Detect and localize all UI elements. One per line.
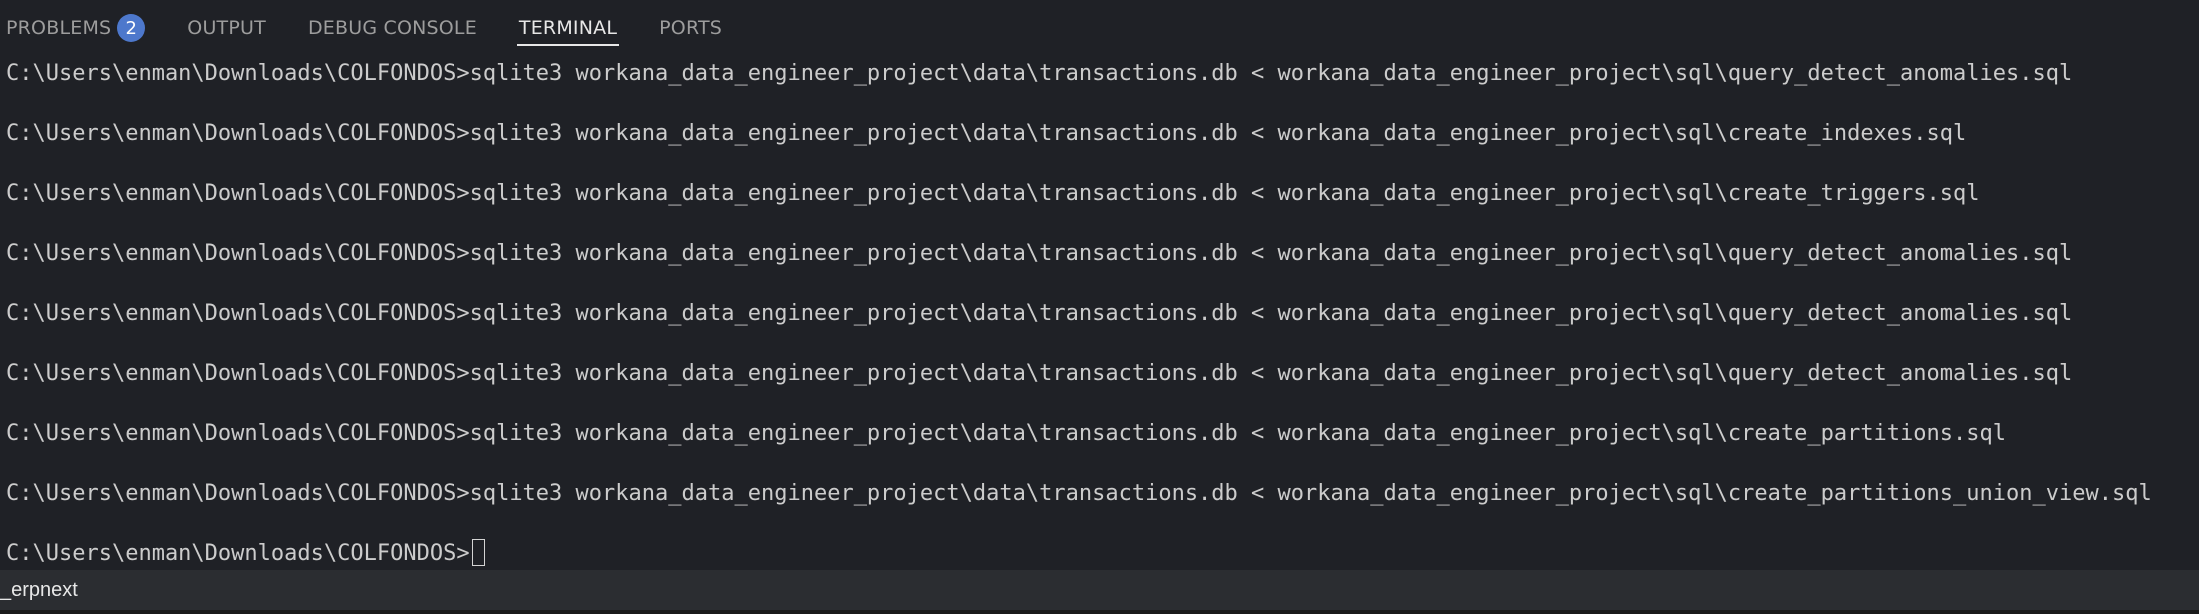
tab-terminal[interactable]: TERMINAL <box>516 0 620 56</box>
terminal-line: C:\Users\enman\Downloads\COLFONDOS>sqlit… <box>6 181 1980 206</box>
terminal-line: C:\Users\enman\Downloads\COLFONDOS>sqlit… <box>6 301 2073 326</box>
tab-debug-console-label: DEBUG CONSOLE <box>307 17 477 39</box>
panel-tab-bar: PROBLEMS 2 OUTPUT DEBUG CONSOLE TERMINAL… <box>0 0 2199 56</box>
tab-ports[interactable]: PORTS <box>659 0 722 56</box>
tab-problems[interactable]: PROBLEMS 2 <box>6 0 146 56</box>
tab-output-label: OUTPUT <box>187 17 266 39</box>
tab-output[interactable]: OUTPUT <box>187 0 266 56</box>
tab-ports-label: PORTS <box>659 17 723 39</box>
tab-debug-console[interactable]: DEBUG CONSOLE <box>308 0 477 56</box>
terminal-line: C:\Users\enman\Downloads\COLFONDOS>sqlit… <box>6 241 2073 266</box>
status-bar: _erpnext <box>0 570 2199 610</box>
terminal-line: C:\Users\enman\Downloads\COLFONDOS>sqlit… <box>6 361 2073 386</box>
status-bar-text[interactable]: _erpnext <box>0 579 78 602</box>
terminal-output[interactable]: C:\Users\enman\Downloads\COLFONDOS>sqlit… <box>0 56 2199 568</box>
terminal-line: C:\Users\enman\Downloads\COLFONDOS>sqlit… <box>6 481 2152 506</box>
terminal-line: C:\Users\enman\Downloads\COLFONDOS>sqlit… <box>6 121 1967 146</box>
bottom-edge <box>0 610 2199 614</box>
terminal-line: C:\Users\enman\Downloads\COLFONDOS>sqlit… <box>6 421 2007 446</box>
tab-terminal-label: TERMINAL <box>518 17 618 39</box>
tab-problems-label: PROBLEMS <box>6 17 112 39</box>
terminal-cursor <box>471 539 485 566</box>
problems-count-badge: 2 <box>117 14 146 42</box>
terminal-prompt: C:\Users\enman\Downloads\COLFONDOS> <box>6 541 470 566</box>
terminal-panel: PROBLEMS 2 OUTPUT DEBUG CONSOLE TERMINAL… <box>0 0 2199 614</box>
terminal-prompt-line[interactable]: C:\Users\enman\Downloads\COLFONDOS> <box>6 536 485 568</box>
terminal-line: C:\Users\enman\Downloads\COLFONDOS>sqlit… <box>6 61 2073 86</box>
